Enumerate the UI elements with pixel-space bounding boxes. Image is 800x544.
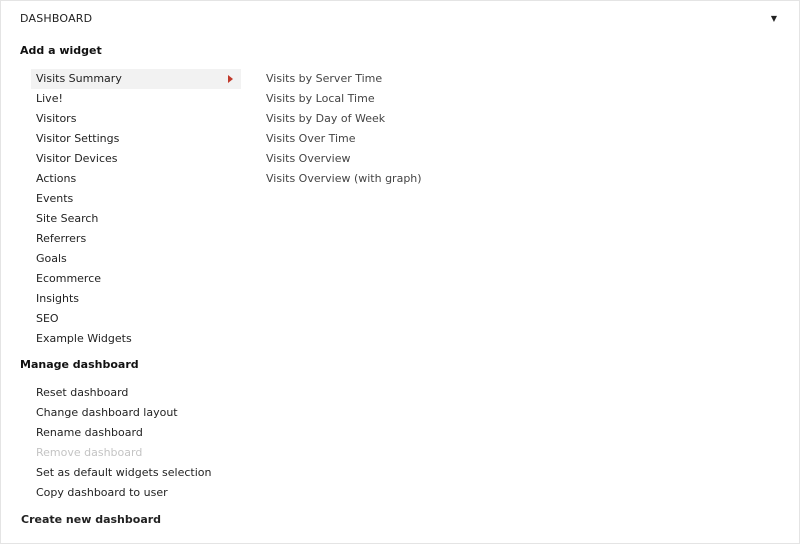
rename-dashboard-item[interactable]: Rename dashboard [31, 423, 241, 443]
add-widget-title: Add a widget [20, 44, 102, 57]
category-goals[interactable]: Goals [31, 249, 241, 269]
category-label: Site Search [36, 212, 99, 225]
widget-visits-overview-with-graph[interactable]: Visits Overview (with graph) [261, 169, 422, 189]
category-label: Ecommerce [36, 272, 102, 285]
category-label: Visitor Settings [36, 132, 120, 145]
category-visitors[interactable]: Visitors [31, 109, 241, 129]
widget-visits-by-local-time[interactable]: Visits by Local Time [261, 89, 422, 109]
category-label: Example Widgets [36, 332, 132, 345]
category-insights[interactable]: Insights [31, 289, 241, 309]
widget-visits-by-server-time[interactable]: Visits by Server Time [261, 69, 422, 89]
remove-dashboard-item: Remove dashboard [36, 446, 143, 459]
category-label: Live! [36, 92, 63, 105]
category-visitor-devices[interactable]: Visitor Devices [31, 149, 241, 169]
set-default-widgets-item[interactable]: Set as default widgets selection [31, 463, 241, 483]
category-live[interactable]: Live! [31, 89, 241, 109]
category-seo[interactable]: SEO [31, 309, 241, 329]
category-label: Insights [36, 292, 80, 305]
category-label: Actions [36, 172, 77, 185]
dashboard-panel: DASHBOARD ▼ Add a widget Visits Summary … [0, 0, 800, 544]
category-events[interactable]: Events [31, 189, 241, 209]
category-actions[interactable]: Actions [31, 169, 241, 189]
widget-visits-by-day-of-week[interactable]: Visits by Day of Week [261, 109, 422, 129]
dropdown-arrow-icon[interactable]: ▼ [771, 14, 777, 23]
category-label: Referrers [36, 232, 87, 245]
category-site-search[interactable]: Site Search [31, 209, 241, 229]
category-label: Visitors [36, 112, 77, 125]
category-referrers[interactable]: Referrers [31, 229, 241, 249]
widget-category-menu: Visits Summary Live! Visitors Visitor Se… [31, 69, 241, 349]
category-visitor-settings[interactable]: Visitor Settings [31, 129, 241, 149]
submenu-arrow-icon [228, 75, 233, 83]
widget-visits-overview[interactable]: Visits Overview [261, 149, 422, 169]
create-new-dashboard-link[interactable]: Create new dashboard [21, 513, 161, 526]
category-label: Visits Summary [36, 72, 122, 85]
category-label: Goals [36, 252, 67, 265]
category-label: SEO [36, 312, 59, 325]
dashboard-header-title[interactable]: DASHBOARD [20, 12, 92, 25]
copy-dashboard-item[interactable]: Copy dashboard to user [31, 483, 241, 503]
category-label: Visitor Devices [36, 152, 118, 165]
category-example-widgets[interactable]: Example Widgets [31, 329, 241, 349]
reset-dashboard-item[interactable]: Reset dashboard [31, 383, 241, 403]
widget-visits-over-time[interactable]: Visits Over Time [261, 129, 422, 149]
category-visits-summary[interactable]: Visits Summary [31, 69, 241, 89]
manage-dashboard-title: Manage dashboard [20, 358, 139, 371]
category-label: Events [36, 192, 74, 205]
category-ecommerce[interactable]: Ecommerce [31, 269, 241, 289]
change-layout-item[interactable]: Change dashboard layout [31, 403, 241, 423]
manage-dashboard-menu: Reset dashboard Change dashboard layout … [31, 383, 241, 503]
widget-submenu: Visits by Server Time Visits by Local Ti… [261, 69, 422, 189]
